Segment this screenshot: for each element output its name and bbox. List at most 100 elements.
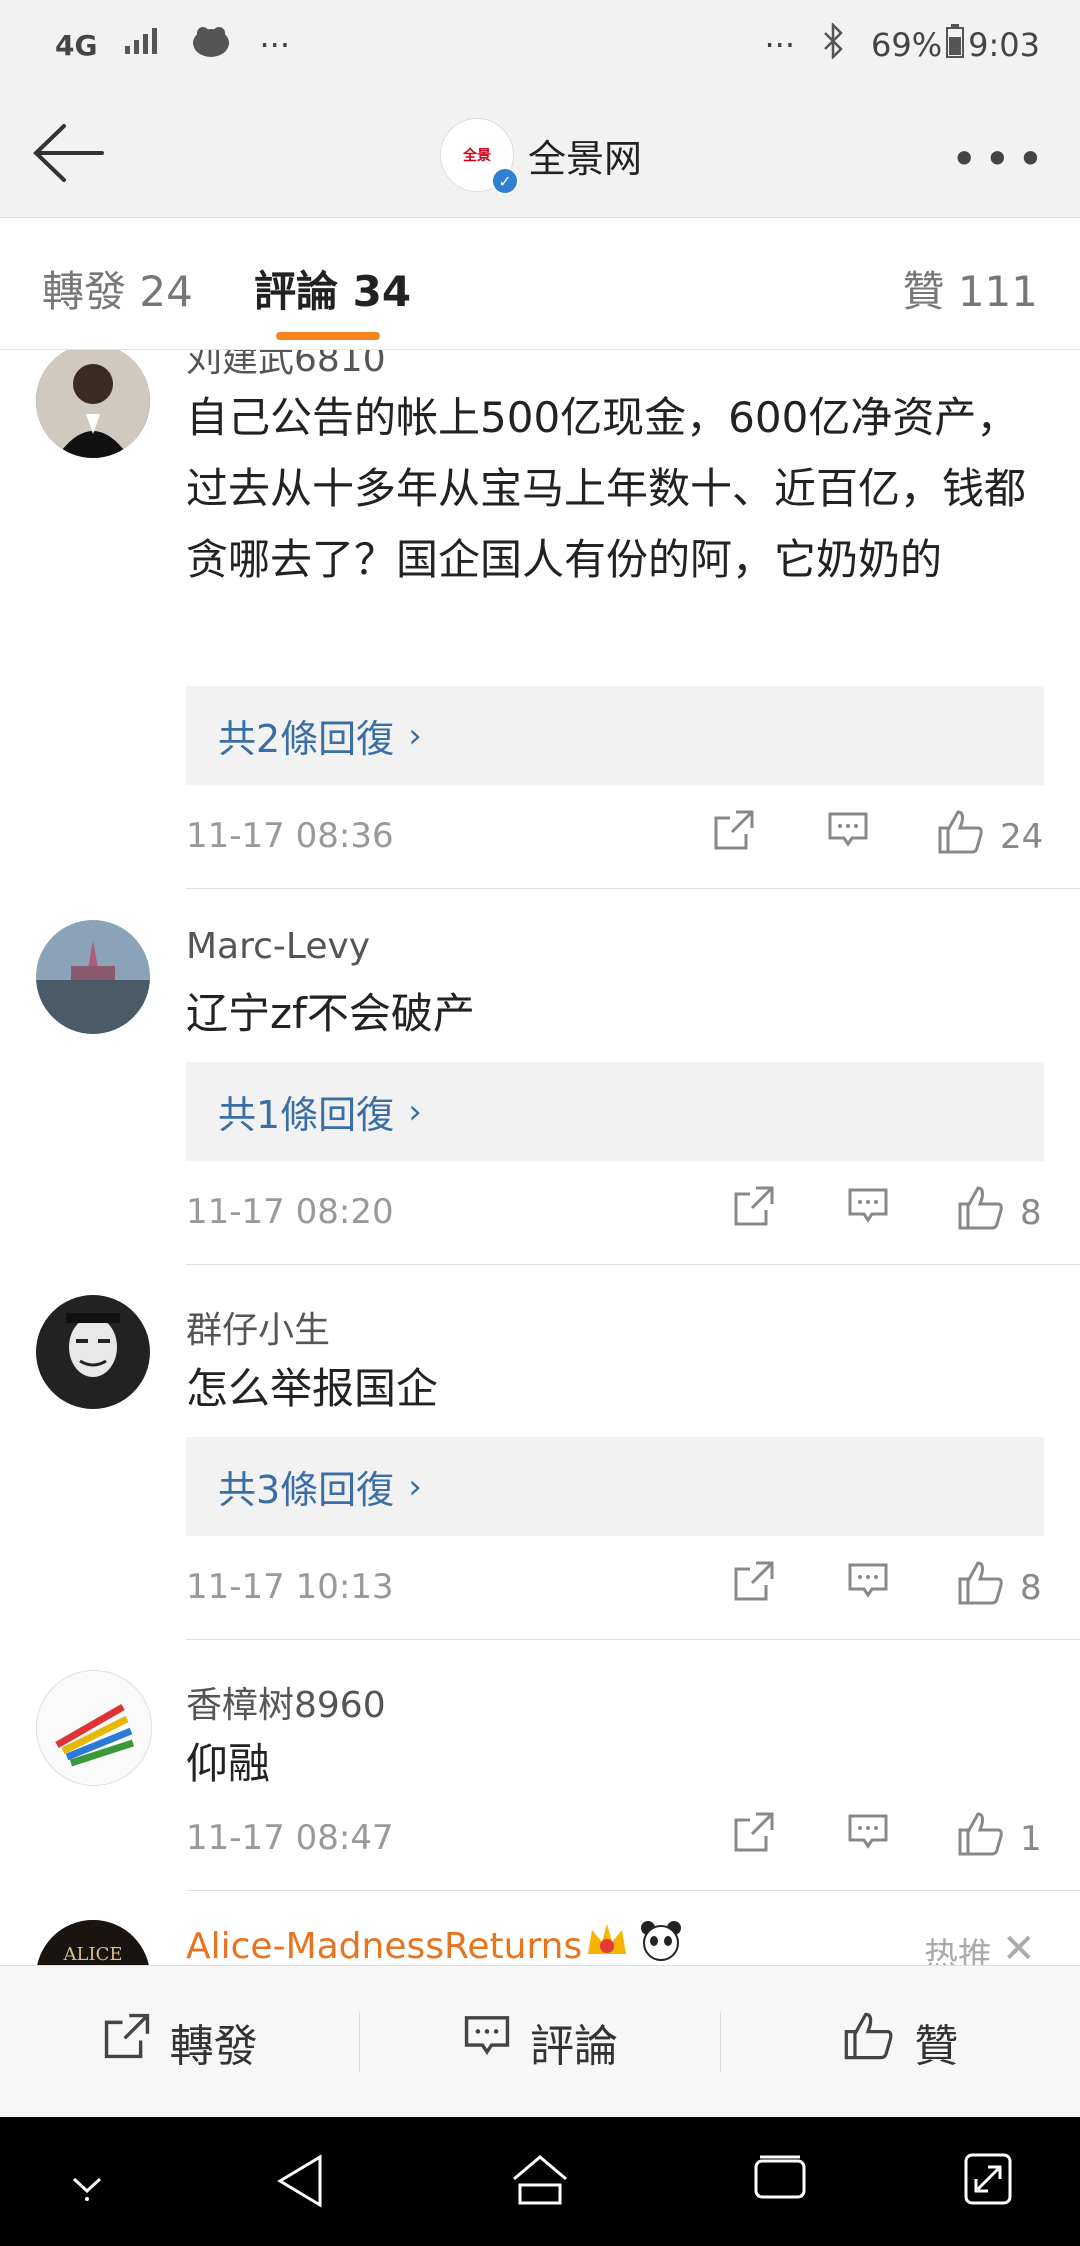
comment-icon [846,1559,890,1612]
hot-promo-tag: 热推 [924,1936,992,1965]
signal-icon [123,26,163,64]
like-button[interactable]: 1 [956,1810,1042,1867]
crown-badge-icon [584,1918,630,1965]
account-header[interactable]: 全景 ✓ 全景网 [440,118,642,195]
comment-icon [462,2011,512,2072]
reply-button[interactable] [846,1559,890,1612]
view-replies-button[interactable]: 共3條回復 › [186,1437,1044,1536]
comment-timestamp: 11-17 10:13 [186,1567,394,1607]
avatar[interactable] [36,920,150,1034]
comment-timestamp: 11-17 08:20 [186,1192,394,1232]
divider [186,1639,1080,1640]
thumbs-up-icon [936,808,986,865]
share-icon [732,1184,776,1237]
divider [186,1264,1080,1265]
view-replies-button[interactable]: 共2條回復 › [186,686,1044,785]
top-nav-bar: 全景 ✓ 全景网 ••• [0,90,1080,218]
comment-username[interactable]: Alice-MadnessReturns [186,1926,582,1965]
share-button[interactable] [732,1559,776,1612]
repost-button[interactable]: 轉發 [0,2010,359,2074]
comment-text: 自己公告的帐上500亿现金，600亿净资产，过去从十多年从宝马上年数十、近百亿，… [186,393,1027,584]
reply-button[interactable] [846,1810,890,1863]
home-nav-icon[interactable] [510,2151,570,2215]
status-more-right: ··· [764,26,796,64]
network-label: 4G [55,28,98,62]
chevron-right-icon: › [408,715,422,756]
tab-comments[interactable]: 評論 34 [254,258,411,319]
panda-badge-icon [638,1918,684,1965]
reply-button[interactable] [846,1184,890,1237]
like-count: 8 [1020,1567,1042,1608]
logo-text: 全景 [463,148,491,164]
like-count: 1 [1020,1818,1042,1859]
like-button[interactable]: 8 [956,1559,1042,1616]
chevron-right-icon: › [408,1091,422,1132]
tab-bar: 轉發 24 評論 34 贊 111 [0,218,1080,350]
chevron-right-icon: › [408,1466,422,1507]
avatar[interactable]: ALICE [36,1920,150,1965]
comment-icon [826,808,870,861]
comment-timestamp: 11-17 08:47 [186,1818,394,1858]
divider [186,1890,1080,1891]
tab-likes[interactable]: 贊 111 [902,258,1038,319]
avatar[interactable] [36,350,150,458]
thumbs-up-icon [842,2010,896,2073]
like-button[interactable]: 24 [936,808,1043,865]
avatar[interactable] [36,1670,152,1786]
view-replies-button[interactable]: 共1條回復 › [186,1062,1044,1161]
tab-reposts[interactable]: 轉發 24 [42,258,193,319]
active-tab-indicator [276,332,380,340]
hide-keyboard-chevron-icon[interactable] [62,2165,112,2209]
comment-label: 評論 [529,2020,618,2072]
divider [186,888,1080,889]
share-button[interactable] [732,1810,776,1863]
comment-button[interactable]: 評論 [360,2010,719,2074]
clock: 9:03 [968,26,1040,64]
comment-username[interactable]: 群仔小生 [186,1301,330,1353]
back-arrow-icon[interactable] [28,120,108,186]
comment-username[interactable]: Marc-Levy [186,926,370,967]
like-label: 贊 [914,2020,959,2072]
bottom-action-bar: 轉發 評論 贊 [0,1965,1080,2117]
thumbs-up-icon [956,1184,1006,1241]
share-icon [732,1559,776,1612]
back-nav-icon[interactable] [272,2151,328,2215]
comment-username[interactable]: 刘建武6810 [186,350,386,382]
account-logo[interactable]: 全景 ✓ [440,118,519,195]
battery-percent: 69% [871,26,943,64]
thumbs-up-icon [956,1559,1006,1616]
account-name[interactable]: 全景网 [528,128,642,183]
system-navigation-bar [0,2117,1080,2246]
like-count: 24 [1000,816,1044,857]
status-more-left: ··· [259,26,290,64]
verified-badge-icon: ✓ [491,167,519,195]
bluetooth-icon [821,21,845,67]
comment-icon [846,1810,890,1863]
share-button[interactable] [712,808,756,861]
comment-text: 辽宁zf不会破产 [186,989,475,1038]
comment-feed[interactable]: 刘建武6810 自己公告的帐上500亿现金，600亿净资产，过去从十多年从宝马上… [0,350,1080,1965]
expand-icon[interactable] [962,2151,1014,2211]
replies-label: 共2條回復 [218,717,395,761]
thumbs-up-icon [956,1810,1006,1867]
comment-text: 仰融 [186,1739,271,1788]
share-icon [732,1810,776,1863]
share-button[interactable] [732,1184,776,1237]
like-button[interactable]: 8 [956,1184,1042,1241]
recent-apps-icon[interactable] [752,2151,808,2211]
like-button[interactable]: 贊 [721,2010,1080,2074]
share-icon [712,808,756,861]
comment-icon [846,1184,890,1237]
comment-username[interactable]: 香樟树8960 [186,1676,386,1728]
like-count: 8 [1020,1192,1042,1233]
avatar-text: ALICE [63,1944,123,1965]
more-options-icon[interactable]: ••• [951,132,1050,186]
replies-label: 共3條回復 [218,1468,395,1512]
dismiss-close-icon[interactable]: ✕ [1002,1926,1036,1965]
battery-icon [946,24,965,66]
replies-label: 共1條回復 [218,1093,395,1137]
reply-button[interactable] [826,808,870,861]
status-bar: 4G ··· ··· 69% 9:03 [0,0,1080,90]
avatar[interactable] [36,1295,150,1409]
share-icon [102,2011,152,2072]
